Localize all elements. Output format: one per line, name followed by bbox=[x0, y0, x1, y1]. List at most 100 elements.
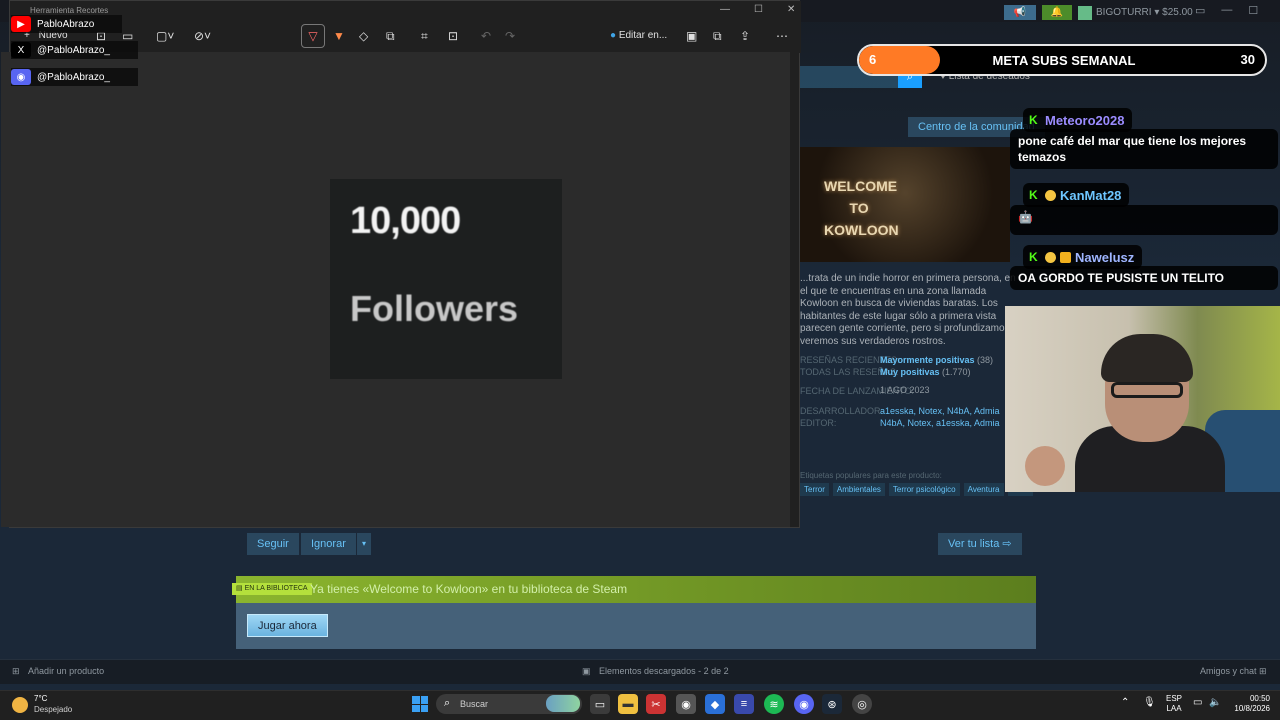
editor-link[interactable]: N4bA, Notex, a1esska, Admia bbox=[880, 418, 1000, 428]
window-title: Herramienta Recortes bbox=[30, 6, 109, 15]
tag[interactable]: Terror bbox=[800, 483, 829, 496]
clock-date: 10/8/2026 bbox=[1234, 704, 1270, 713]
share-icon[interactable]: ⇪ bbox=[740, 26, 750, 46]
file-explorer-icon[interactable]: ▬ bbox=[618, 694, 638, 714]
screen-icon[interactable]: ▭ bbox=[1195, 4, 1205, 17]
spotify-icon[interactable]: ≋ bbox=[764, 694, 784, 714]
play-now-button[interactable]: Jugar ahora bbox=[247, 614, 328, 637]
social-handle: @PabloAbrazo_ bbox=[37, 44, 110, 56]
social-x: X @PabloAbrazo_ bbox=[11, 41, 138, 59]
rectangle-mode-icon[interactable]: ▢˅ bbox=[156, 26, 174, 46]
windows-start-icon[interactable] bbox=[412, 696, 428, 712]
app-icon[interactable]: ◆ bbox=[705, 694, 725, 714]
friends-chat-button[interactable]: Amigos y chat ⊞ bbox=[1200, 666, 1267, 677]
goal-current: 6 bbox=[869, 52, 877, 67]
desktop: 📢 🔔 BIGOTURRI ▾ $25.00 ▭ — ☐ ⌕ ♥ Lista d… bbox=[0, 0, 1280, 720]
goal-target: 30 bbox=[1240, 52, 1255, 67]
social-discord: ◉ @PabloAbrazo_ bbox=[11, 68, 138, 86]
weather-temperature: 7°C bbox=[34, 694, 48, 703]
taskbar bbox=[0, 690, 1280, 720]
system-clock[interactable]: 00:50 10/8/2026 bbox=[1226, 694, 1270, 714]
release-date: 1 AGO 2023 bbox=[880, 385, 930, 395]
close-icon[interactable]: ✕ bbox=[787, 4, 795, 15]
minimize-icon[interactable]: — bbox=[1221, 4, 1232, 17]
tag[interactable]: Aventura bbox=[963, 483, 1004, 496]
library-text: Ya tienes «Welcome to Kowloon» en tu bib… bbox=[310, 582, 628, 596]
webcam-feed bbox=[1005, 306, 1280, 492]
in-library-badge: ▤ EN LA BIBLIOTECA bbox=[232, 583, 312, 595]
glasses bbox=[1111, 382, 1183, 398]
emoji-icon bbox=[1045, 189, 1056, 201]
chat-message-1: pone café del mar que tiene los mejores … bbox=[1010, 129, 1278, 169]
undo-icon[interactable]: ↶ bbox=[481, 26, 491, 46]
language-code: ESP bbox=[1166, 694, 1183, 703]
clock-time: 00:50 bbox=[1249, 694, 1270, 703]
discord-icon: ◉ bbox=[11, 69, 31, 85]
notification-bell-icon[interactable]: 🔔 bbox=[1042, 5, 1072, 20]
maximize-icon[interactable]: ☐ bbox=[754, 4, 763, 15]
steam-window-controls: ▭ — ☐ bbox=[1195, 4, 1258, 17]
taskbar-search-placeholder: Buscar bbox=[460, 699, 489, 709]
avatar bbox=[1078, 5, 1092, 20]
editor-label: EDITOR: bbox=[800, 418, 837, 428]
network-icon[interactable]: ▭ bbox=[1193, 697, 1202, 708]
follow-button[interactable]: Seguir bbox=[247, 533, 299, 555]
obs-icon[interactable]: ◉ bbox=[676, 694, 696, 714]
developer-link[interactable]: a1esska, Notex, N4bA, Admia bbox=[880, 406, 1000, 416]
search-highlight-icon[interactable] bbox=[546, 695, 580, 712]
snip-titlebar bbox=[10, 1, 801, 21]
downloads-button[interactable]: ▣ Elementos descargados - 2 de 2 bbox=[582, 666, 729, 677]
emoji-icon bbox=[1045, 251, 1056, 263]
search-icon: ⌕ bbox=[444, 697, 451, 709]
obs-studio-icon[interactable]: ◎ bbox=[852, 694, 872, 714]
chat-user: Meteoro2028 bbox=[1045, 112, 1125, 128]
text-actions-icon[interactable]: ⊡ bbox=[448, 26, 458, 46]
chat-user: Nawelusz bbox=[1075, 249, 1135, 265]
ignore-button[interactable]: Ignorar bbox=[301, 533, 356, 555]
play-area bbox=[236, 603, 1036, 649]
tag[interactable]: Ambientales bbox=[832, 483, 885, 496]
task-view-icon[interactable]: ▭ bbox=[590, 694, 610, 714]
chat-user: KanMat28 bbox=[1060, 187, 1122, 203]
recent-reviews-value[interactable]: Mayormente positivas (38) bbox=[880, 355, 993, 365]
crop-icon[interactable]: ⌗ bbox=[421, 26, 428, 46]
streamer-hand bbox=[1025, 446, 1065, 486]
goal-title: META SUBS SEMANAL bbox=[992, 53, 1136, 68]
show-hidden-icons-icon[interactable]: ⌃ bbox=[1121, 697, 1129, 708]
redo-icon[interactable]: ↷ bbox=[505, 26, 515, 46]
followers-count: 10,000 bbox=[350, 200, 461, 242]
shapes-icon[interactable]: ⧉ bbox=[386, 26, 395, 46]
language-indicator[interactable]: ESP LAA bbox=[1166, 694, 1182, 714]
audio-app-icon[interactable]: ≡ bbox=[734, 694, 754, 714]
edit-in-button[interactable]: ● Editar en... bbox=[610, 26, 667, 46]
steam-icon[interactable]: ⊛ bbox=[822, 694, 842, 714]
ignore-dropdown-button[interactable]: ▾ bbox=[357, 533, 371, 555]
broadcast-icon[interactable]: 📢 bbox=[1004, 5, 1036, 20]
maximize-icon[interactable]: ☐ bbox=[1248, 4, 1258, 17]
tag[interactable]: Terror psicológico bbox=[888, 483, 960, 496]
steam-account-menu[interactable]: BIGOTURRI ▾ $25.00 bbox=[1078, 5, 1193, 20]
minimize-icon[interactable]: — bbox=[720, 4, 730, 15]
volume-icon[interactable]: 🔈 bbox=[1209, 697, 1221, 708]
snipping-tool-icon[interactable]: ✂ bbox=[646, 694, 666, 714]
copy-icon[interactable]: ⧉ bbox=[713, 26, 722, 46]
delay-icon[interactable]: ⊘˅ bbox=[194, 26, 211, 46]
weather-moon-icon[interactable] bbox=[12, 697, 28, 713]
view-list-button[interactable]: Ver tu lista ⇨ bbox=[938, 533, 1022, 555]
kick-badge-icon: K bbox=[1029, 113, 1038, 127]
discord-taskbar-icon[interactable]: ◉ bbox=[794, 694, 814, 714]
add-product-button[interactable]: ⊞ Añadir un producto bbox=[12, 666, 104, 677]
more-options-icon[interactable]: ⋯ bbox=[776, 26, 788, 46]
eraser-icon[interactable]: ◇ bbox=[359, 26, 368, 46]
snip-window-controls: — ☐ ✕ bbox=[720, 4, 795, 15]
social-youtube: ▶ PabloAbrazo bbox=[11, 15, 123, 33]
ballpoint-pen-icon[interactable]: ▽ bbox=[301, 24, 325, 48]
microphone-icon[interactable]: 🎙 bbox=[1143, 697, 1156, 708]
all-reviews-value[interactable]: Muy positivas (1.770) bbox=[880, 367, 971, 377]
keyboard-layout: LAA bbox=[1166, 704, 1182, 713]
game-description: ...trata de un indie horror en primera p… bbox=[800, 273, 1016, 347]
highlighter-icon[interactable]: ▼ bbox=[333, 26, 345, 46]
save-icon[interactable]: ▣ bbox=[686, 26, 697, 46]
social-handle: PabloAbrazo bbox=[37, 18, 95, 30]
kick-badge-icon: K bbox=[1029, 188, 1038, 202]
